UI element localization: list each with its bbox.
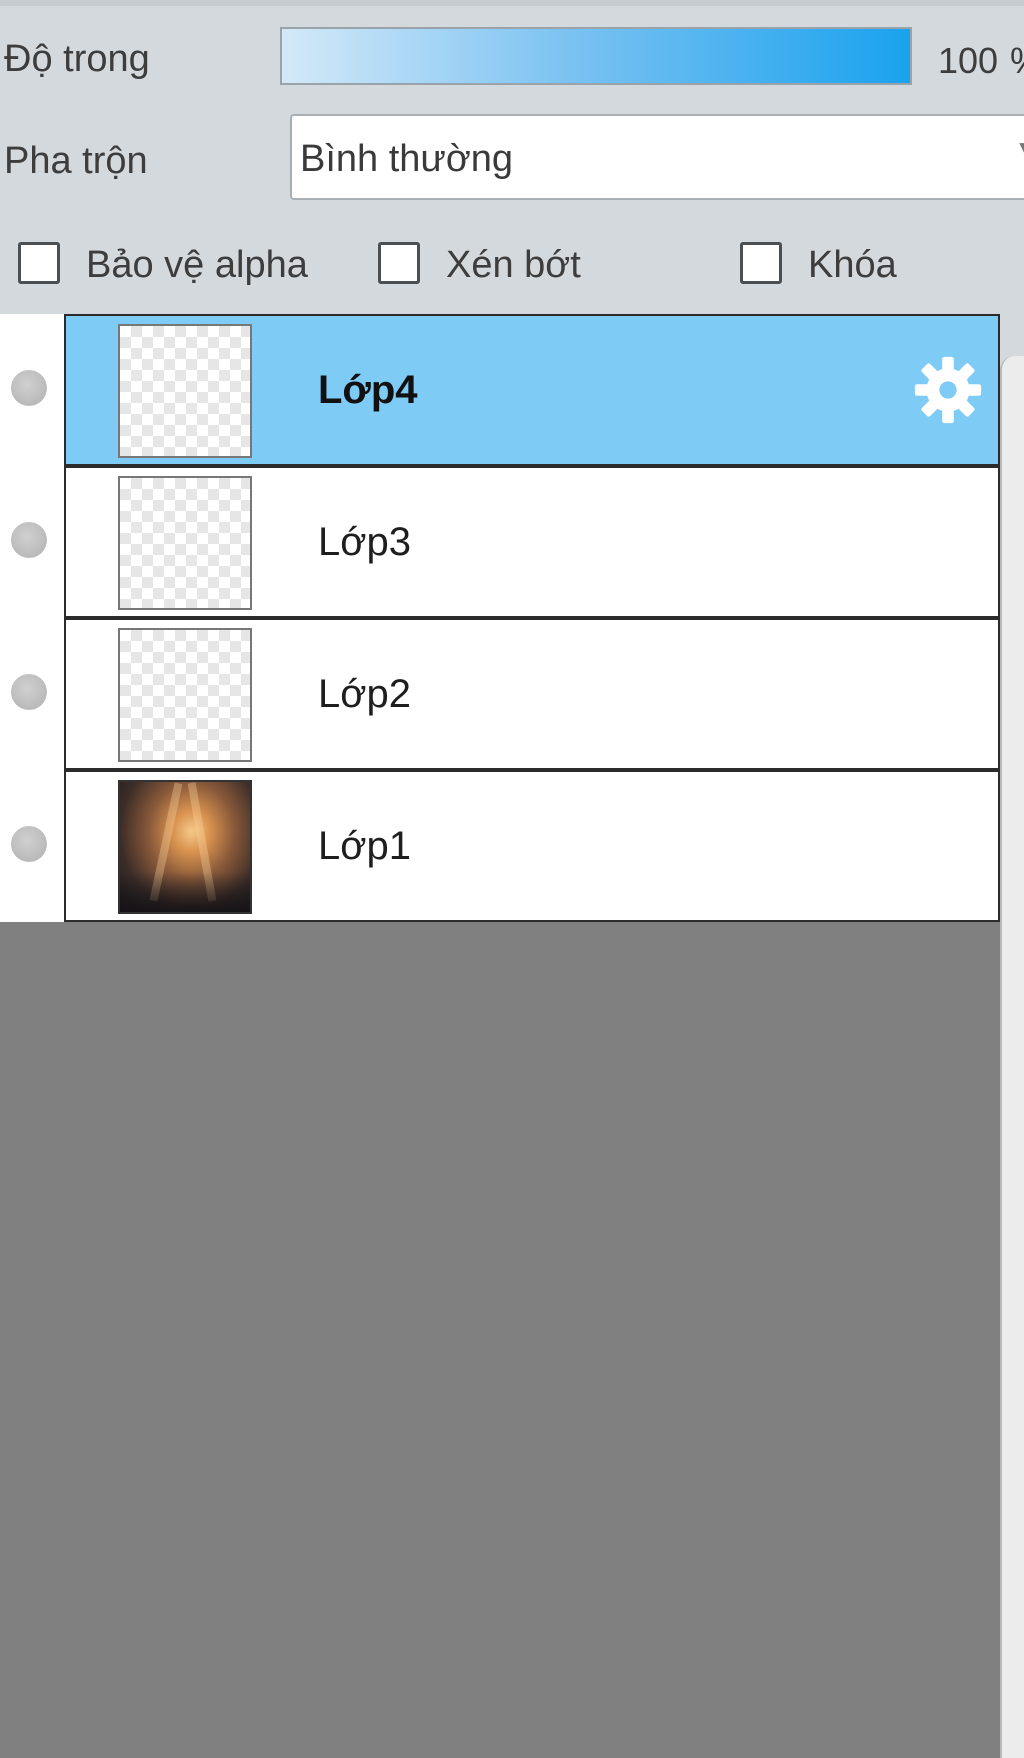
layer-row[interactable]: Lớp2 bbox=[0, 618, 1000, 770]
visibility-dot-icon bbox=[11, 826, 47, 862]
blend-mode-label: Pha trộn bbox=[4, 140, 148, 182]
opacity-slider-fill bbox=[282, 29, 910, 83]
layer-body[interactable]: Lớp1 bbox=[66, 770, 1000, 922]
layer-thumbnail bbox=[118, 476, 252, 610]
layer-row[interactable]: Lớp3 bbox=[0, 466, 1000, 618]
layer-body[interactable]: Lớp2 bbox=[66, 618, 1000, 770]
opacity-label: Độ trong bbox=[4, 38, 150, 80]
protect-alpha-label: Bảo vệ alpha bbox=[86, 244, 308, 286]
visibility-toggle[interactable] bbox=[0, 618, 66, 770]
layer-row[interactable]: Lớp4 bbox=[0, 314, 1000, 466]
layer-name: Lớp4 bbox=[318, 368, 418, 412]
visibility-toggle[interactable] bbox=[0, 314, 66, 466]
layer-name: Lớp3 bbox=[318, 520, 411, 564]
layer-thumbnail bbox=[118, 324, 252, 458]
protect-alpha-checkbox[interactable] bbox=[18, 242, 60, 284]
layer-thumbnail-photo bbox=[118, 780, 252, 914]
visibility-dot-icon bbox=[11, 674, 47, 710]
clip-checkbox[interactable] bbox=[378, 242, 420, 284]
scrollbar[interactable] bbox=[1000, 356, 1024, 1758]
lock-label: Khóa bbox=[808, 244, 897, 286]
visibility-dot-icon bbox=[11, 370, 47, 406]
panel-top-edge bbox=[0, 0, 1024, 6]
clip-label: Xén bớt bbox=[446, 244, 581, 286]
photo-shadow bbox=[120, 872, 250, 912]
gear-icon[interactable] bbox=[912, 354, 984, 426]
layer-body[interactable]: Lớp4 bbox=[66, 314, 1000, 466]
layer-name: Lớp2 bbox=[318, 672, 411, 716]
layer-body[interactable]: Lớp3 bbox=[66, 466, 1000, 618]
blend-mode-value: Bình thường bbox=[300, 138, 514, 180]
lock-checkbox[interactable] bbox=[740, 242, 782, 284]
chevron-down-icon: ▼ bbox=[1014, 134, 1024, 165]
layer-thumbnail bbox=[118, 628, 252, 762]
opacity-slider[interactable] bbox=[280, 27, 912, 85]
layers-panel: Độ trong 100 % Pha trộn Bình thường ▼ Bả… bbox=[0, 0, 1024, 1758]
layer-row[interactable]: Lớp1 bbox=[0, 770, 1000, 922]
visibility-dot-icon bbox=[11, 522, 47, 558]
opacity-unit: % bbox=[1010, 40, 1024, 82]
visibility-toggle[interactable] bbox=[0, 466, 66, 618]
layer-list: Lớp4 Lớp3 Lớp2 Lớp1 bbox=[0, 314, 1000, 1758]
visibility-toggle[interactable] bbox=[0, 770, 66, 922]
blend-mode-select[interactable]: Bình thường ▼ bbox=[290, 114, 1024, 200]
layer-name: Lớp1 bbox=[318, 824, 411, 868]
